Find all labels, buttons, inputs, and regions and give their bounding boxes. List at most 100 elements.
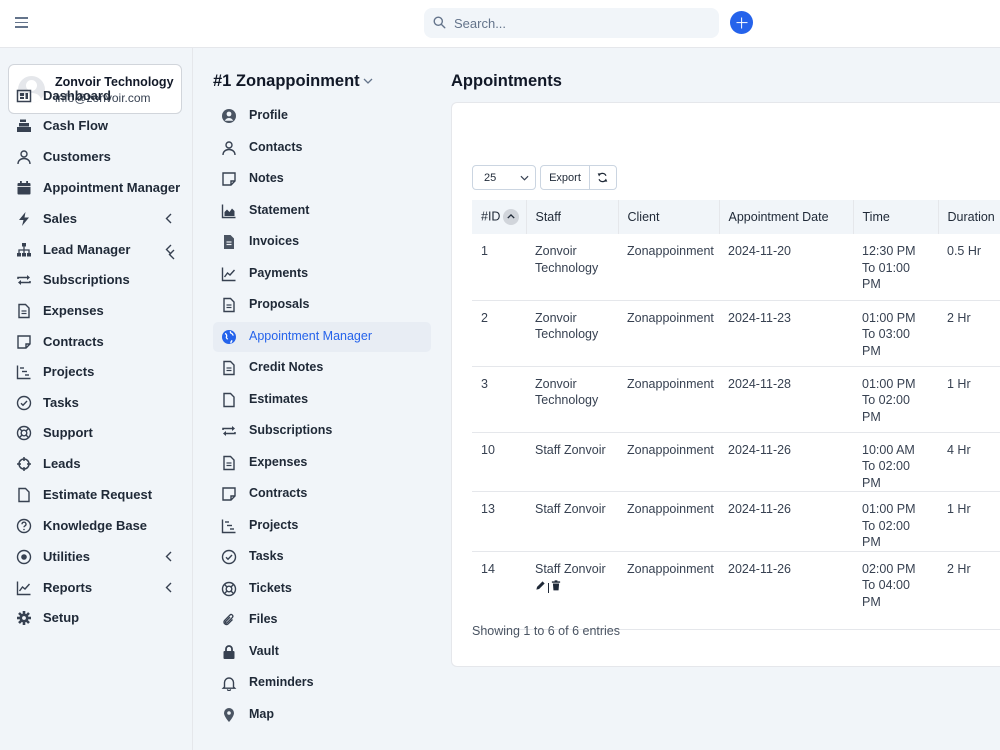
client-tab-contracts[interactable]: Contracts — [213, 479, 431, 509]
refresh-button[interactable] — [590, 166, 616, 189]
client-tab-tickets[interactable]: Tickets — [213, 574, 431, 604]
hamburger-menu-icon[interactable] — [15, 17, 28, 29]
client-tab-subscriptions[interactable]: Subscriptions — [213, 416, 431, 446]
column-header-duration[interactable]: Duration — [938, 200, 1000, 234]
trash-icon[interactable] — [551, 579, 561, 596]
cell-time: 02:00 PM To 04:00 PM — [853, 551, 938, 630]
cell-time: 01:00 PM To 02:00 PM — [853, 366, 938, 433]
line-chart-icon — [16, 581, 31, 596]
cell-client[interactable]: Zonappoinment — [618, 432, 719, 492]
chart-steps-icon — [16, 365, 31, 380]
page-length-select[interactable]: 25 — [472, 165, 536, 190]
sidebar-item-subscriptions[interactable]: Subscriptions — [0, 265, 192, 295]
cell-staff: Zonvoir Technology — [526, 300, 618, 367]
staff-name: Staff Zonvoir — [535, 442, 606, 457]
cell-time: 12:30 PM To 01:00 PM — [853, 234, 938, 301]
chevron-down-icon[interactable] — [363, 78, 373, 84]
column-header-date[interactable]: Appointment Date — [719, 200, 854, 234]
search-box[interactable] — [424, 8, 719, 38]
export-button[interactable]: Export — [541, 166, 590, 189]
client-tab-notes[interactable]: Notes — [213, 164, 431, 194]
client-tab-reminders[interactable]: Reminders — [213, 668, 431, 698]
cell-date: 2024-11-26 — [719, 432, 853, 492]
sidebar-item-support[interactable]: Support — [0, 418, 192, 448]
sidebar-item-reports[interactable]: Reports — [0, 573, 192, 603]
column-header-client[interactable]: Client — [618, 200, 720, 234]
cell-client[interactable]: Zonappoinment — [618, 300, 719, 367]
client-tab-tasks[interactable]: Tasks — [213, 542, 431, 572]
sort-ascending-button[interactable] — [503, 209, 520, 225]
client-tab-label: Proposals — [249, 297, 310, 311]
sticky-note-icon — [17, 335, 31, 349]
client-tab-payments[interactable]: Payments — [213, 259, 431, 289]
column-header-time[interactable]: Time — [853, 200, 939, 234]
sidebar-item-lead-manager[interactable]: Lead Manager — [0, 235, 192, 265]
chevron-left-icon[interactable] — [168, 249, 175, 260]
client-tab-label: Vault — [249, 643, 279, 658]
cell-client[interactable]: Zonappoinment — [618, 366, 719, 433]
sidebar-item-cash-flow[interactable]: Cash Flow — [0, 111, 192, 141]
sidebar-item-knowledge-base[interactable]: Knowledge Base — [0, 511, 192, 541]
client-tab-projects[interactable]: Projects — [213, 511, 431, 541]
file-lines-icon — [18, 303, 30, 319]
client-tab-label: Reminders — [249, 675, 314, 689]
cell-id: 3 — [472, 366, 526, 433]
file-lines-icon — [223, 360, 235, 376]
client-tab-credit-notes[interactable]: Credit Notes — [213, 353, 431, 383]
client-tab-appointment-manager[interactable]: Appointment Manager — [213, 321, 431, 352]
cell-client[interactable]: Zonappoinment — [618, 491, 719, 552]
cell-date: 2024-11-20 — [719, 234, 853, 301]
file-icon — [18, 487, 30, 503]
cell-id: 14 — [472, 551, 526, 630]
client-tab-vault[interactable]: Vault — [213, 637, 431, 667]
sidebar-item-utilities[interactable]: Utilities — [0, 542, 192, 572]
file-lines-icon — [223, 455, 235, 470]
sidebar-item-label: Projects — [43, 364, 95, 379]
column-header-staff[interactable]: Staff — [526, 200, 619, 234]
client-tab-estimates[interactable]: Estimates — [213, 385, 431, 415]
crosshair-icon — [17, 457, 31, 471]
sidebar-item-dashboard[interactable]: Dashboard — [0, 81, 192, 111]
client-tab-label: Expenses — [249, 454, 308, 469]
client-tab-proposals[interactable]: Proposals — [213, 290, 431, 320]
file-solid-icon — [224, 235, 234, 249]
cell-id: 10 — [472, 432, 526, 492]
cell-duration: 1 Hr — [938, 366, 1000, 433]
bell-icon — [221, 677, 237, 691]
sidebar-item-setup[interactable]: Setup — [0, 603, 192, 633]
column-header-id[interactable]: #ID — [472, 200, 527, 234]
client-tab-profile[interactable]: Profile — [213, 101, 431, 131]
cell-time: 10:00 AM To 02:00 PM — [853, 432, 938, 492]
sidebar-item-estimate-request[interactable]: Estimate Request — [0, 480, 192, 510]
sidebar-item-sales[interactable]: Sales — [0, 204, 192, 234]
client-tab-label: Map — [249, 706, 274, 721]
search-icon — [433, 16, 446, 29]
cell-client[interactable]: Zonappoinment — [618, 551, 719, 630]
quick-add-button[interactable] — [730, 11, 753, 34]
paperclip-icon — [223, 613, 234, 626]
lifebuoy-icon — [16, 425, 32, 441]
cell-id: 1 — [472, 234, 526, 301]
sidebar-item-projects[interactable]: Projects — [0, 357, 192, 387]
sidebar-item-customers[interactable]: Customers — [0, 142, 192, 172]
lock-icon — [223, 644, 235, 659]
sidebar-item-label: Customers — [43, 149, 111, 164]
line-chart-icon — [221, 267, 236, 281]
search-input[interactable] — [454, 8, 709, 38]
client-tab-statement[interactable]: Statement — [213, 196, 431, 226]
dashboard-icon — [16, 89, 32, 103]
sidebar-item-expenses[interactable]: Expenses — [0, 296, 192, 326]
sidebar-item-contracts[interactable]: Contracts — [0, 327, 192, 357]
client-tab-invoices[interactable]: Invoices — [213, 227, 431, 257]
client-tab-files[interactable]: Files — [213, 605, 431, 635]
sidebar-item-tasks[interactable]: Tasks — [0, 388, 192, 418]
client-tab-map[interactable]: Map — [213, 700, 431, 730]
edit-icon[interactable] — [535, 579, 546, 596]
sidebar-item-leads[interactable]: Leads — [0, 449, 192, 479]
client-tab-contacts[interactable]: Contacts — [213, 133, 431, 163]
client-title[interactable]: #1 Zonappoinment — [213, 72, 360, 91]
client-tab-expenses[interactable]: Expenses — [213, 448, 431, 478]
cell-client[interactable]: Zonappoinment — [618, 234, 719, 301]
page-title: Appointments — [451, 72, 562, 90]
sidebar-item-appointment-manager[interactable]: Appointment Manager — [0, 173, 192, 203]
